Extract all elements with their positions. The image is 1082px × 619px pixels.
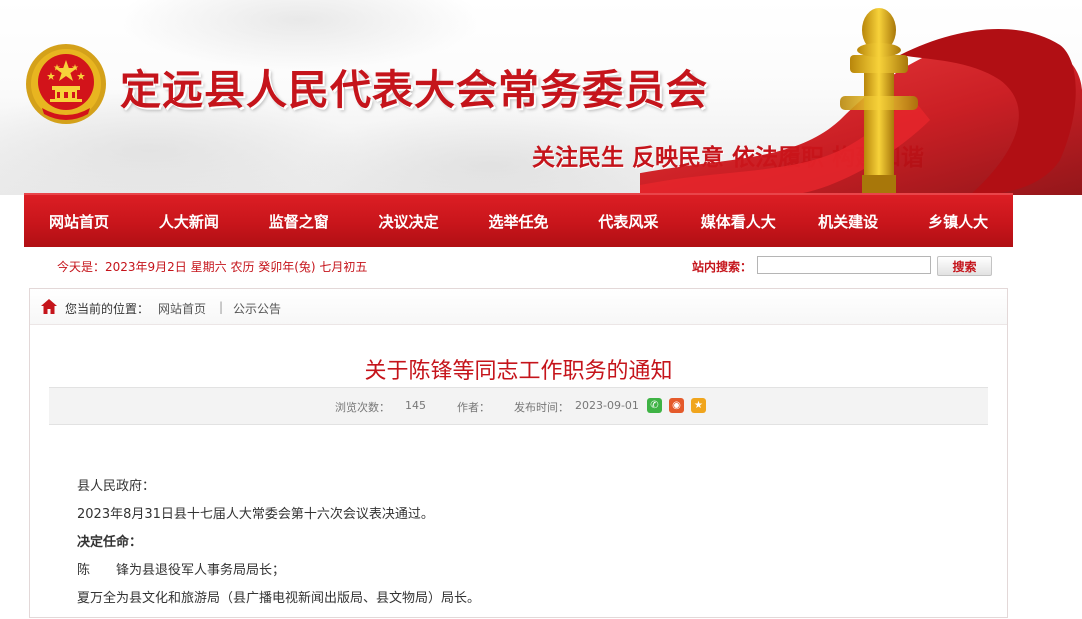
article-title: 关于陈锋等同志工作职务的通知 — [364, 359, 673, 384]
nav-item-news[interactable]: 人大新闻 — [134, 195, 244, 247]
national-emblem-icon — [26, 44, 106, 124]
published-date: 2023-09-01 — [575, 399, 639, 412]
breadcrumb-link-notices[interactable]: 公示公告 — [233, 300, 281, 317]
article-paragraph: 夏万全为县文化和旅游局（县广播电视新闻出版局、县文物局）局长。 — [77, 591, 481, 606]
weibo-icon[interactable]: ◉ — [669, 398, 684, 413]
search-button[interactable]: 搜索 — [937, 256, 992, 276]
breadcrumb: 您当前的位置： 网站首页 | 公示公告 — [30, 289, 1007, 325]
author-label: 作者： — [457, 401, 490, 414]
nav-item-resolutions[interactable]: 决议决定 — [354, 195, 464, 247]
views-label: 浏览次数： — [335, 401, 390, 414]
wechat-icon[interactable]: ✆ — [647, 398, 662, 413]
favorite-icon[interactable]: ★ — [691, 398, 706, 413]
header-banner: 定远县人民代表大会常务委员会 关注民生 反映民意 依法履职 构建和谐 — [0, 0, 1082, 195]
nav-item-elections[interactable]: 选举任免 — [464, 195, 574, 247]
article-paragraph: 县人民政府： — [77, 479, 156, 494]
article-paragraph: 陈 锋为县退役军人事务局局长； — [77, 563, 286, 578]
search-input[interactable] — [757, 256, 931, 274]
breadcrumb-link-home[interactable]: 网站首页 — [158, 300, 206, 317]
nav-item-media[interactable]: 媒体看人大 — [683, 195, 793, 247]
nav-item-home[interactable]: 网站首页 — [24, 195, 134, 247]
main-nav: 网站首页 人大新闻 监督之窗 决议决定 选举任免 代表风采 媒体看人大 机关建设… — [24, 193, 1013, 247]
article-paragraph: 决定任命： — [77, 535, 143, 550]
nav-item-supervision[interactable]: 监督之窗 — [244, 195, 354, 247]
breadcrumb-separator: | — [219, 300, 224, 314]
views-count: 145 — [405, 399, 426, 412]
article-paragraph: 2023年8月31日县十七届人大常委会第十六次会议表决通过。 — [77, 507, 434, 522]
article-body: 县人民政府： 2023年8月31日县十七届人大常委会第十六次会议表决通过。 决定… — [77, 479, 480, 619]
today-date: 今天是：2023年9月2日 星期六 农历 癸卯年(兔) 七月初五 — [57, 260, 368, 274]
ribbon-and-pillar-decoration — [640, 8, 1082, 195]
content-panel: 您当前的位置： 网站首页 | 公示公告 关于陈锋等同志工作职务的通知 浏览次数：… — [29, 288, 1008, 618]
nav-item-organ[interactable]: 机关建设 — [793, 195, 903, 247]
nav-item-deputies[interactable]: 代表风采 — [573, 195, 683, 247]
search-label: 站内搜索： — [692, 260, 753, 274]
nav-item-towns[interactable]: 乡镇人大 — [903, 195, 1013, 247]
site-title: 定远县人民代表大会常务委员会 — [120, 66, 708, 114]
breadcrumb-lead: 您当前的位置： — [65, 302, 150, 316]
home-icon — [41, 299, 57, 314]
info-bar: 今天是：2023年9月2日 星期六 农历 癸卯年(兔) 七月初五 站内搜索： 搜… — [24, 252, 1013, 280]
published-label: 发布时间： — [514, 401, 569, 414]
article-meta: 浏览次数： 145 作者： 发布时间： 2023-09-01 ✆ ◉ ★ — [49, 387, 988, 425]
